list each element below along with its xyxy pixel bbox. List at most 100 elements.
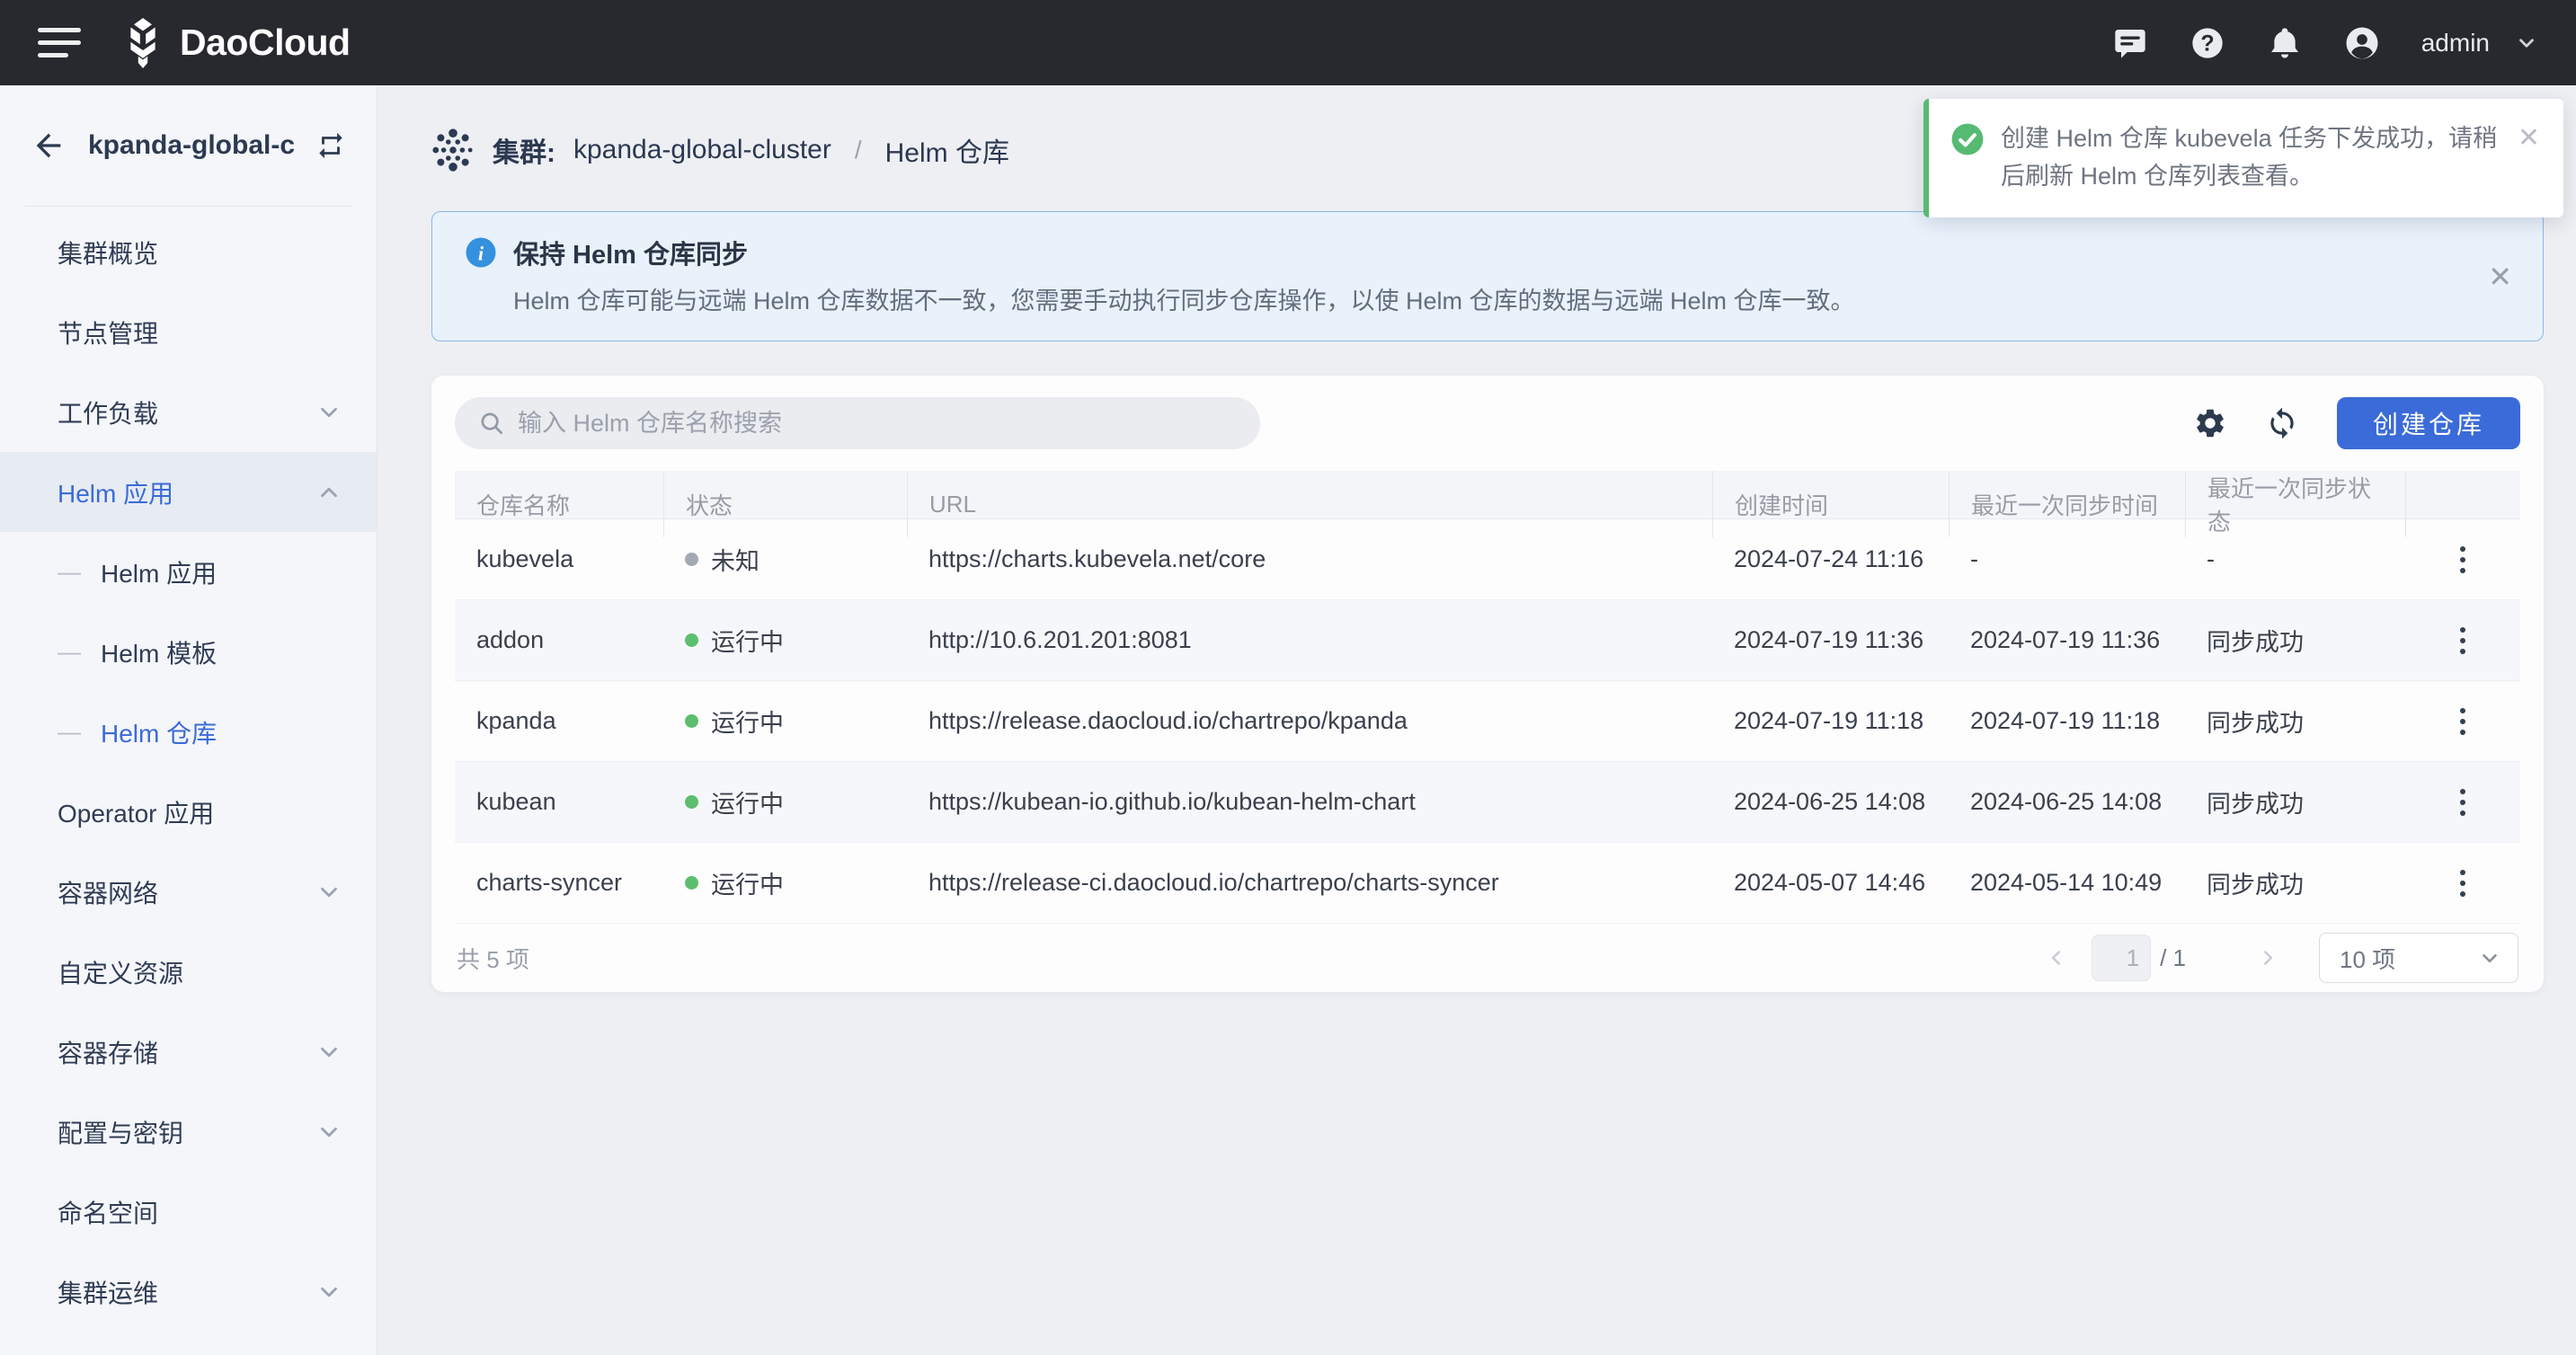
breadcrumb-current-page: Helm 仓库 [885,130,1009,170]
sidebar-item-node-management[interactable]: 节点管理 [0,292,377,372]
table-row: charts-syncer运行中https://release-ci.daocl… [455,843,2520,924]
sidebar-item-label: Operator 应用 [58,794,214,830]
repo-actions-cell [2405,863,2520,904]
sidebar-item-operator-apps[interactable]: Operator 应用 [0,772,377,852]
create-repo-button[interactable]: 创建仓库 [2337,397,2520,449]
status-dot-icon [685,714,698,728]
repo-last-sync-status: 同步成功 [2185,865,2405,900]
user-avatar[interactable] [2344,25,2380,61]
sidebar-item-helm-templates[interactable]: —Helm 模板 [0,612,377,692]
page-total-label: / 1 [2160,944,2186,972]
row-actions-kebab-icon[interactable] [2453,863,2473,904]
repo-created-time: 2024-07-19 11:18 [1712,707,1949,735]
sidebar-item-helm-apps-parent[interactable]: Helm 应用 [0,452,377,532]
success-check-icon [1950,122,1985,156]
row-actions-kebab-icon[interactable] [2453,620,2473,661]
chevron-down-icon [315,1039,342,1066]
repo-status: 运行中 [663,784,907,819]
sidebar-cluster-name: kpanda-global-cl... [88,130,294,161]
user-menu-chevron-down-icon[interactable] [2515,31,2538,55]
back-arrow-icon[interactable] [31,128,67,164]
table-row: addon运行中http://10.6.201.201:80812024-07-… [455,600,2520,681]
search-icon [478,410,505,437]
switch-cluster-icon[interactable] [315,130,346,161]
notifications-bell-icon[interactable] [2267,25,2303,61]
pagination: 共 5 项 1 / 1 10 项 [455,924,2520,992]
banner-title: 保持 Helm 仓库同步 [513,234,748,271]
repo-last-sync-status: 同步成功 [2185,623,2405,658]
sidebar-item-container-storage[interactable]: 容器存储 [0,1012,377,1092]
banner-body: Helm 仓库可能与远端 Helm 仓库数据不一致，您需要手动执行同步仓库操作，… [513,284,2462,319]
row-actions-kebab-icon[interactable] [2453,539,2473,580]
column-header-name: 仓库名称 [455,471,663,537]
column-settings-gear-icon[interactable] [2193,406,2227,440]
table-body: kubevela未知https://charts.kubevela.net/co… [455,519,2520,924]
status-dot-icon [685,553,698,566]
sidebar-item-label: 集群概览 [58,235,158,270]
repo-last-sync-status: 同步成功 [2185,784,2405,819]
product-name: DaoCloud [180,22,351,64]
toolbar: 创建仓库 [455,376,2520,471]
sidebar-item-label: Helm 模板 [101,634,217,670]
repo-created-time: 2024-05-07 14:46 [1712,869,1949,897]
repo-last-sync-time: 2024-06-25 14:08 [1949,788,2185,816]
help-icon[interactable]: ? [2190,25,2225,61]
chevron-down-icon [315,399,342,426]
sidebar-item-container-network[interactable]: 容器网络 [0,852,377,932]
refresh-icon[interactable] [2265,406,2299,440]
hamburger-menu-icon[interactable] [38,28,81,58]
breadcrumb-prefix: 集群: [493,130,555,170]
repo-actions-cell [2405,539,2520,580]
banner-close-icon[interactable]: ✕ [2488,260,2512,294]
repo-url: https://charts.kubevela.net/core [907,545,1712,573]
column-header-actions [2405,471,2520,537]
search-input[interactable] [518,410,1237,438]
prev-page-chevron-icon[interactable] [2045,946,2068,970]
status-dot-icon [685,633,698,647]
row-actions-kebab-icon[interactable] [2453,701,2473,742]
daocloud-logo-icon [120,18,165,68]
repo-status: 运行中 [663,865,907,900]
daocloud-logo[interactable]: DaoCloud [120,18,351,68]
sidebar-item-workloads[interactable]: 工作负载 [0,372,377,452]
pagination-total: 共 5 项 [457,942,529,975]
row-actions-kebab-icon[interactable] [2453,782,2473,823]
sidebar-item-label: 容器网络 [58,874,158,910]
topbar: DaoCloud ? admin [0,0,2576,85]
sidebar-item-label: 节点管理 [58,314,158,350]
sidebar-item-config-secrets[interactable]: 配置与密钥 [0,1092,377,1172]
sidebar-item-helm-repos[interactable]: —Helm 仓库 [0,692,377,772]
page-size-value: 10 项 [2340,942,2395,975]
feedback-chat-icon[interactable] [2112,25,2148,61]
repo-name: charts-syncer [455,869,663,897]
topbar-actions: ? admin [2112,25,2538,61]
repo-url: https://release.daocloud.io/chartrepo/kp… [907,707,1712,735]
sidebar-nav: 集群概览节点管理工作负载 Helm 应用 —Helm 应用—Helm 模板—Helm… [0,207,377,1332]
sidebar-item-custom-resources[interactable]: 自定义资源 [0,932,377,1012]
repo-last-sync-time: 2024-07-19 11:36 [1949,626,2185,654]
repo-name: kubean [455,788,663,816]
sidebar-header: kpanda-global-cl... [0,85,377,206]
sidebar-item-cluster-ops[interactable]: 集群运维 [0,1252,377,1332]
sidebar-item-label: Helm 应用 [58,474,173,510]
status-dot-icon [685,795,698,809]
svg-text:i: i [478,242,484,264]
chevron-down-icon [315,1279,342,1306]
repo-list-card: 创建仓库 仓库名称 状态 URL 创建时间 最近一次同步时间 最近一次同步状态 … [431,376,2544,992]
toast-close-icon[interactable]: ✕ [2518,122,2540,154]
repo-created-time: 2024-07-24 11:16 [1712,545,1949,573]
next-page-chevron-icon[interactable] [2256,946,2279,970]
username: admin [2421,29,2490,58]
table-row: kpanda运行中https://release.daocloud.io/cha… [455,681,2520,762]
toolbar-actions: 创建仓库 [2193,397,2520,449]
page-size-select[interactable]: 10 项 [2319,933,2518,983]
sidebar: kpanda-global-cl... 集群概览节点管理工作负载 Helm 应用 —… [0,85,378,1355]
sidebar-item-label: 集群运维 [58,1274,158,1310]
sidebar-item-helm-apps[interactable]: —Helm 应用 [0,532,377,612]
chevron-down-icon [315,1119,342,1146]
breadcrumb-cluster-link[interactable]: kpanda-global-cluster [573,135,831,165]
current-page-input[interactable]: 1 [2092,934,2151,981]
sidebar-item-label: 容器存储 [58,1034,158,1070]
sidebar-item-cluster-overview[interactable]: 集群概览 [0,212,377,292]
sidebar-item-namespaces[interactable]: 命名空间 [0,1172,377,1252]
